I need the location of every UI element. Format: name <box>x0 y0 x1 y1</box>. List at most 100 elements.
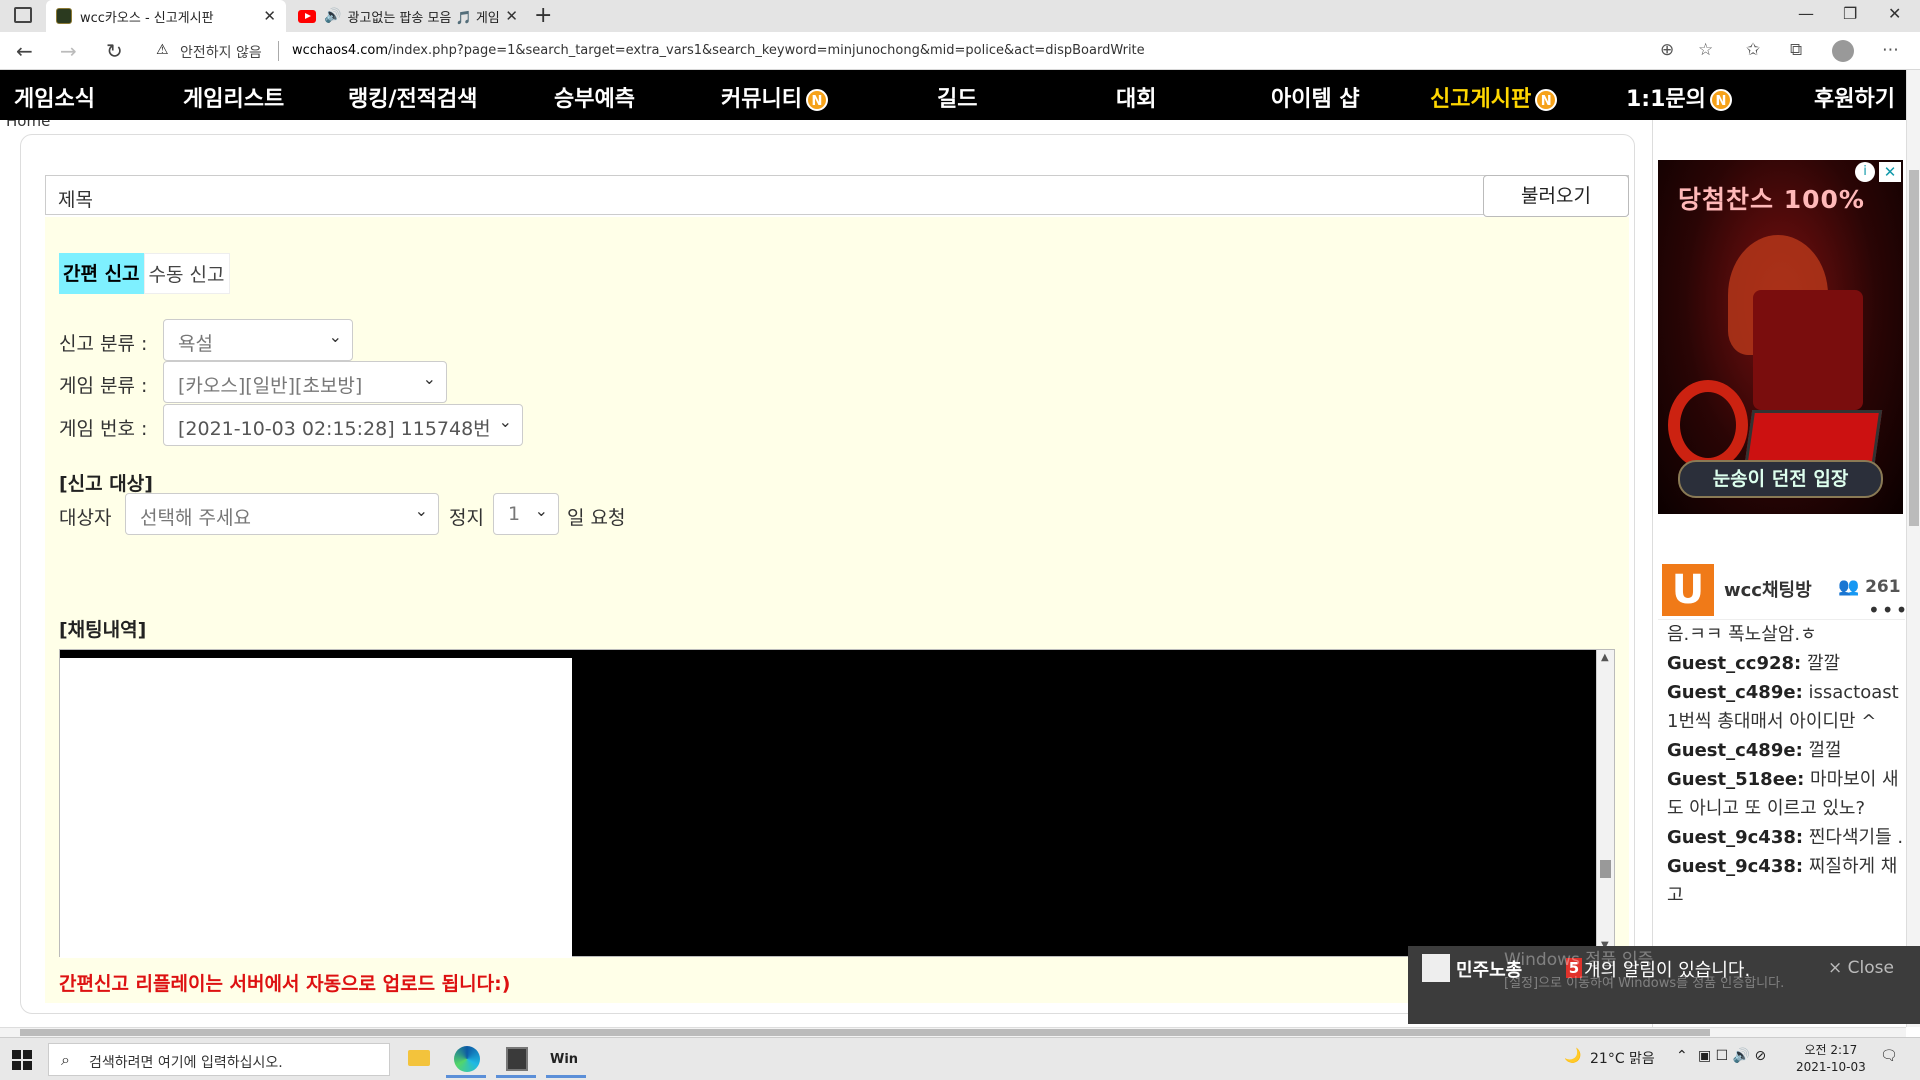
speaker-icon[interactable]: 🔊 <box>324 8 341 24</box>
nav-ranking[interactable]: 랭킹/전적검색 <box>348 81 477 113</box>
chevron-down-icon: ⌄ <box>422 369 436 388</box>
scroll-thumb[interactable] <box>1909 170 1919 526</box>
favorites-icon[interactable]: ✩ <box>1746 40 1760 60</box>
target-section-heading: [신고 대상] <box>59 473 153 495</box>
ad-dungeon-button[interactable]: 눈송이 던전 입장 <box>1678 460 1883 498</box>
new-tab-icon[interactable]: + <box>534 3 552 28</box>
weather-text[interactable]: 21°C 맑음 <box>1590 1048 1655 1068</box>
chat-text: 찐다색기들 . <box>1808 827 1903 848</box>
close-tab-icon[interactable]: ✕ <box>263 7 276 25</box>
close-tab-icon[interactable]: ✕ <box>505 7 518 25</box>
chat-log-box[interactable]: ▲ ▼ <box>59 649 1615 958</box>
notification-center-icon[interactable]: 🗨 <box>1880 1048 1898 1064</box>
target-user-select[interactable]: 선택해 주세요 ⌄ <box>125 493 439 535</box>
chat-text: 고 <box>1667 885 1684 906</box>
nav-tournament[interactable]: 대회 <box>1116 81 1156 113</box>
system-clock[interactable]: 오전 2:17 2021-10-03 <box>1796 1042 1866 1076</box>
chat-room-header: U wcc채팅방 👥 261 ••• <box>1658 560 1906 622</box>
chat-menu-icon[interactable]: ••• <box>1868 598 1906 622</box>
load-button[interactable]: 불러오기 <box>1483 175 1629 217</box>
ad-info-icon[interactable]: i <box>1855 162 1875 182</box>
taskbar-search-input[interactable]: ⌕ 검색하려면 여기에 입력하십시오. <box>48 1043 390 1076</box>
forward-icon[interactable]: → <box>60 39 77 63</box>
favorite-star-icon[interactable]: ☆ <box>1698 40 1713 60</box>
divider <box>278 41 279 61</box>
nav-label: 1:1문의 <box>1626 87 1706 112</box>
target-label: 대상자 <box>59 507 112 529</box>
chat-user: Guest_c489e: <box>1667 740 1803 761</box>
tab-wcc-report-board[interactable]: wcc카오스 - 신고게시판 ✕ <box>46 0 286 32</box>
nav-prediction[interactable]: 승부예측 <box>554 81 635 113</box>
nav-game-news[interactable]: 게임소식 <box>14 81 95 113</box>
scroll-thumb[interactable] <box>20 1029 1710 1036</box>
game-type-select[interactable]: [카오스][일반][초보방] ⌄ <box>163 361 447 403</box>
report-type-select[interactable]: 욕설 ⌄ <box>163 319 353 361</box>
edge-browser-icon[interactable] <box>446 1042 486 1078</box>
tray-app-icons[interactable]: ▣ ☐ 🔊 ⊘ <box>1698 1048 1766 1064</box>
chat-message: 고 <box>1667 881 1903 910</box>
chat-message: 1번씩 총대매서 아이디만 ^ <box>1667 707 1903 736</box>
scroll-thumb[interactable] <box>1600 860 1611 878</box>
back-icon[interactable]: ← <box>16 39 33 63</box>
tray-chevron-icon[interactable]: ⌃ <box>1676 1048 1688 1064</box>
report-form: 간편 신고 수동 신고 신고 분류 : 욕설 ⌄ 게임 분류 : [카오스][일… <box>45 217 1629 1003</box>
file-explorer-icon[interactable] <box>398 1042 438 1078</box>
breadcrumb[interactable]: Home <box>6 120 50 130</box>
nav-game-list[interactable]: 게임리스트 <box>183 81 284 113</box>
chat-message: Guest_c489e: 껄껄 <box>1667 736 1903 765</box>
ban-days-select[interactable]: 1 ⌄ <box>493 493 559 535</box>
nav-item-shop[interactable]: 아이템 샵 <box>1271 81 1360 113</box>
minimize-icon[interactable]: — <box>1798 4 1814 23</box>
tab-actions-icon[interactable] <box>14 7 32 23</box>
ad-close-icon[interactable]: ✕ <box>1879 162 1901 182</box>
tab-youtube-playlist[interactable]: 🔊 광고없는 팝송 모음 🎵 게임 ✕ <box>288 0 528 32</box>
title-placeholder: 제목 <box>58 189 93 211</box>
ad-shirt-art <box>1753 290 1863 410</box>
game-type-label: 게임 분류 : <box>59 375 148 397</box>
page-horizontal-scrollbar[interactable] <box>0 1027 1906 1037</box>
nav-report-board[interactable]: 신고게시판 N <box>1430 81 1558 113</box>
warning-icon[interactable]: ⚠ <box>156 42 169 58</box>
clock-time: 오전 2:17 <box>1804 1043 1858 1057</box>
profile-avatar[interactable] <box>1832 40 1854 62</box>
nav-label: 커뮤니티 <box>721 87 802 112</box>
restore-icon[interactable]: ❐ <box>1843 4 1857 23</box>
watermark-title: Windows 정품 인증 <box>1504 950 1654 970</box>
game-app-icon[interactable] <box>496 1042 536 1078</box>
new-badge: N <box>1535 89 1558 111</box>
page-vertical-scrollbar[interactable] <box>1906 70 1920 1027</box>
game-number-value: [2021-10-03 02:15:28] 115748번 <box>178 418 491 440</box>
weather-icon[interactable]: 🌙 <box>1564 1048 1581 1064</box>
security-label[interactable]: 안전하지 않음 <box>180 42 262 62</box>
url-field[interactable]: wcchaos4.com/index.php?page=1&search_tar… <box>292 43 1145 58</box>
collections-icon[interactable]: ⧉ <box>1790 40 1802 60</box>
zoom-icon[interactable]: ⊕ <box>1660 40 1674 60</box>
win-app-icon[interactable]: Win <box>546 1042 586 1078</box>
nav-community[interactable]: 커뮤니티 N <box>721 81 828 113</box>
chevron-down-icon: ⌄ <box>534 501 548 520</box>
nav-guild[interactable]: 길드 <box>937 81 977 113</box>
windows-start-icon[interactable] <box>12 1050 32 1070</box>
ad-headset-art <box>1668 380 1748 470</box>
chat-message: Guest_cc928: 깔깔 <box>1667 649 1903 678</box>
chat-message: 음.ㅋㅋ 폭노살암.ㅎ <box>1667 620 1903 649</box>
scroll-up-icon[interactable]: ▲ <box>1601 652 1609 663</box>
advertisement-banner[interactable]: 당첨찬스 100% i ✕ 눈송이 던전 입장 <box>1658 160 1903 514</box>
address-bar: ← → ↻ ⚠ 안전하지 않음 wcchaos4.com/index.php?p… <box>0 32 1920 70</box>
nav-donate[interactable]: 후원하기 <box>1814 81 1895 113</box>
chat-user: Guest_c489e: <box>1667 682 1803 703</box>
youtube-favicon-icon <box>298 9 316 23</box>
nav-inquiry[interactable]: 1:1문의 N <box>1626 81 1732 113</box>
chat-log-scrollbar[interactable]: ▲ ▼ <box>1596 650 1614 956</box>
notification-close-button[interactable]: × Close <box>1828 958 1894 978</box>
url-path: /index.php?page=1&search_target=extra_va… <box>388 43 1145 58</box>
more-icon[interactable]: ⋯ <box>1882 40 1899 60</box>
close-window-icon[interactable]: ✕ <box>1888 4 1901 23</box>
tab-manual-report[interactable]: 수동 신고 <box>143 253 230 294</box>
chevron-down-icon: ⌄ <box>498 412 512 431</box>
tab-simple-report[interactable]: 간편 신고 <box>59 253 144 294</box>
game-number-select[interactable]: [2021-10-03 02:15:28] 115748번 ⌄ <box>163 404 523 446</box>
refresh-icon[interactable]: ↻ <box>106 39 123 63</box>
chat-text: 껄껄 <box>1808 740 1842 761</box>
title-input[interactable]: 제목 불러오기 <box>45 175 1629 217</box>
